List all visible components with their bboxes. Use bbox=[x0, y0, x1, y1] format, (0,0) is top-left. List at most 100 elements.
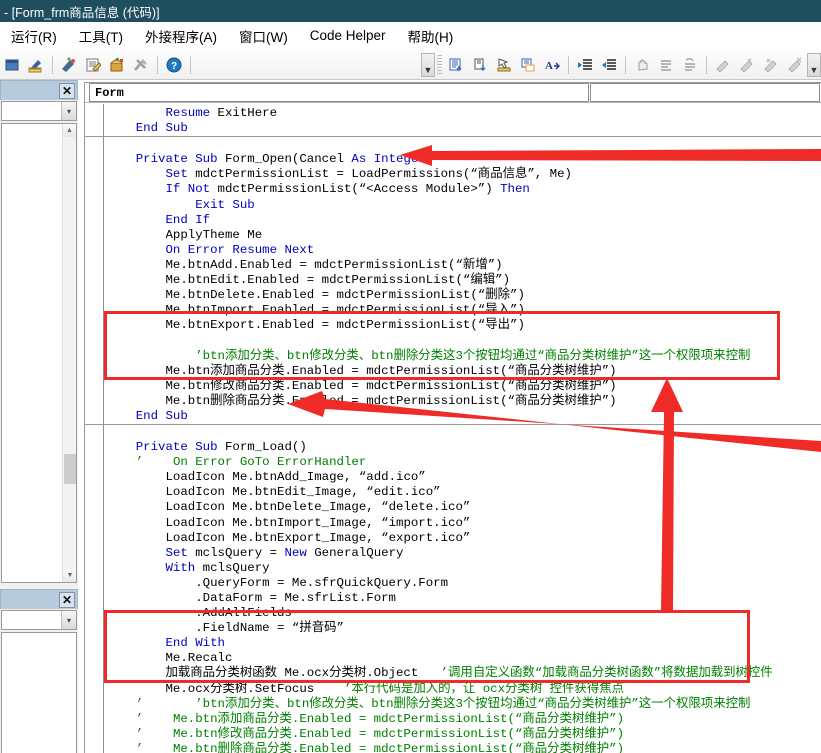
code-lines[interactable]: Resume ExitHere End Sub Private Sub Form… bbox=[85, 106, 821, 753]
toggle-breakpoint-icon bbox=[712, 54, 734, 76]
left-panel-column: ✕ ▾ ▲ ▼ ✕ ▾ bbox=[0, 80, 78, 753]
list-properties-icon[interactable] bbox=[445, 54, 467, 76]
code-text-area[interactable]: Resume ExitHere End Sub Private Sub Form… bbox=[85, 104, 821, 753]
code-line[interactable]: If Not mdctPermissionList(“<Access Modul… bbox=[106, 182, 821, 197]
toolbar-separator-4 bbox=[568, 55, 569, 74]
menu-window[interactable]: 窗口(W) bbox=[228, 23, 299, 49]
code-line[interactable]: .QueryForm = Me.sfrQuickQuery.Form bbox=[106, 576, 821, 591]
hand-icon bbox=[631, 54, 653, 76]
code-line[interactable]: Me.btn删除商品分类.Enabled = mdctPermissionLis… bbox=[106, 394, 821, 409]
code-line[interactable]: Me.btnEdit.Enabled = mdctPermissionList(… bbox=[106, 273, 821, 288]
menu-code-helper[interactable]: Code Helper bbox=[299, 25, 397, 46]
svg-text:A: A bbox=[545, 60, 553, 72]
menu-tools[interactable]: 工具(T) bbox=[68, 23, 134, 49]
code-line[interactable]: LoadIcon Me.btnExport_Image, “export.ico… bbox=[106, 531, 821, 546]
code-editor-window: Form Resume ExitHere End Sub Private Sub… bbox=[84, 82, 821, 753]
code-line[interactable] bbox=[106, 425, 821, 440]
svg-text:?: ? bbox=[171, 61, 177, 72]
code-line[interactable]: End Sub bbox=[106, 121, 821, 136]
parameter-info-icon[interactable] bbox=[517, 54, 539, 76]
build-icon[interactable] bbox=[130, 54, 152, 76]
code-line[interactable] bbox=[106, 333, 821, 348]
code-line[interactable]: Private Sub Form_Load() bbox=[106, 440, 821, 455]
step-into-icon bbox=[736, 54, 758, 76]
help-icon[interactable]: ? bbox=[163, 54, 185, 76]
code-line[interactable]: ’ Me.btn添加商品分类.Enabled = mdctPermissionL… bbox=[106, 712, 821, 727]
code-line[interactable]: ’ Me.btn修改商品分类.Enabled = mdctPermissionL… bbox=[106, 727, 821, 742]
code-line[interactable]: Me.ocx分类树.SetFocus ’本行代码是加入的，让 ocx分类树 控件… bbox=[106, 682, 821, 697]
code-line[interactable]: .FieldName = “拼音码” bbox=[106, 621, 821, 636]
outdent-icon[interactable] bbox=[598, 54, 620, 76]
code-line[interactable]: ’ ’btn添加分类、btn修改分类、btn删除分类这3个按钮均通过“商品分类树… bbox=[106, 697, 821, 712]
design-view-icon[interactable] bbox=[25, 54, 47, 76]
project-explorer-combo[interactable]: ▾ bbox=[1, 101, 77, 121]
code-editor-combo-row: Form bbox=[85, 83, 821, 103]
code-line[interactable]: LoadIcon Me.btnAdd_Image, “add.ico” bbox=[106, 470, 821, 485]
toolbar-separator-3 bbox=[190, 55, 191, 74]
project-explorer-titlebar: ✕ bbox=[0, 80, 78, 100]
menu-help[interactable]: 帮助(H) bbox=[397, 23, 465, 49]
code-line[interactable]: Private Sub Form_Open(Cancel As Integer) bbox=[106, 152, 821, 167]
code-line[interactable]: With mclsQuery bbox=[106, 561, 821, 576]
code-line[interactable]: Exit Sub bbox=[106, 198, 821, 213]
toolbar-overflow-button-right[interactable]: ▼ bbox=[807, 52, 821, 77]
code-line[interactable]: End Sub bbox=[106, 409, 821, 424]
step-out-icon bbox=[784, 54, 806, 76]
code-line[interactable]: Set mclsQuery = New GeneralQuery bbox=[106, 546, 821, 561]
project-explorer-tree[interactable]: ▲ ▼ bbox=[1, 123, 77, 583]
scrollbar-thumb[interactable] bbox=[64, 454, 76, 484]
code-procedure-combo[interactable] bbox=[590, 83, 820, 102]
chevron-down-icon[interactable]: ▾ bbox=[61, 611, 76, 629]
indent-icon[interactable] bbox=[574, 54, 596, 76]
properties-panel: ✕ ▾ bbox=[0, 589, 78, 753]
code-line[interactable]: On Error Resume Next bbox=[106, 243, 821, 258]
code-line[interactable]: End With bbox=[106, 636, 821, 651]
quick-info-icon[interactable] bbox=[493, 54, 515, 76]
compile-icon[interactable] bbox=[58, 54, 80, 76]
project-explorer-panel: ✕ ▾ ▲ ▼ bbox=[0, 80, 78, 583]
close-icon[interactable]: ✕ bbox=[59, 82, 75, 99]
code-line[interactable]: ’ On Error GoTo ErrorHandler bbox=[106, 455, 821, 470]
code-line[interactable]: Me.btnDelete.Enabled = mdctPermissionLis… bbox=[106, 288, 821, 303]
code-line[interactable]: Resume ExitHere bbox=[106, 106, 821, 121]
window-icon[interactable] bbox=[1, 54, 23, 76]
toolbar-grip[interactable] bbox=[437, 54, 442, 75]
code-line[interactable]: Me.btnExport.Enabled = mdctPermissionLis… bbox=[106, 318, 821, 333]
package-icon[interactable] bbox=[106, 54, 128, 76]
list-constants-icon[interactable] bbox=[469, 54, 491, 76]
menu-run[interactable]: 运行(R) bbox=[0, 23, 68, 49]
code-line[interactable]: LoadIcon Me.btnImport_Image, “import.ico… bbox=[106, 516, 821, 531]
toolbar-separator-5 bbox=[625, 55, 626, 74]
code-line[interactable]: 加载商品分类树函数 Me.ocx分类树.Object ’调用自定义函数“加载商品… bbox=[106, 666, 821, 681]
menu-bar: 运行(R) 工具(T) 外接程序(A) 窗口(W) Code Helper 帮助… bbox=[0, 22, 821, 50]
menu-addins[interactable]: 外接程序(A) bbox=[134, 23, 228, 49]
toolbar: ? ▼ A ▼ bbox=[0, 50, 821, 80]
code-line[interactable]: ApplyTheme Me bbox=[106, 228, 821, 243]
code-line[interactable]: ’btn添加分类、btn修改分类、btn删除分类这3个按钮均通过“商品分类树维护… bbox=[106, 349, 821, 364]
code-line[interactable]: ’ Me.btn删除商品分类.Enabled = mdctPermissionL… bbox=[106, 742, 821, 753]
chevron-down-icon[interactable]: ▾ bbox=[61, 102, 76, 120]
project-explorer-scrollbar[interactable]: ▲ ▼ bbox=[62, 124, 76, 582]
code-line[interactable]: Me.btn修改商品分类.Enabled = mdctPermissionLis… bbox=[106, 379, 821, 394]
code-object-combo[interactable]: Form bbox=[89, 83, 589, 102]
code-line[interactable]: .DataForm = Me.sfrList.Form bbox=[106, 591, 821, 606]
code-line[interactable]: Set mdctPermissionList = LoadPermissions… bbox=[106, 167, 821, 182]
code-line[interactable]: Me.btn添加商品分类.Enabled = mdctPermissionLis… bbox=[106, 364, 821, 379]
properties-grid[interactable] bbox=[1, 632, 77, 753]
complete-word-icon[interactable]: A bbox=[541, 54, 563, 76]
code-line[interactable]: Me.btnAdd.Enabled = mdctPermissionList(“… bbox=[106, 258, 821, 273]
code-line[interactable]: LoadIcon Me.btnDelete_Image, “delete.ico… bbox=[106, 500, 821, 515]
scroll-down-icon[interactable]: ▼ bbox=[63, 569, 76, 582]
code-line[interactable]: LoadIcon Me.btnEdit_Image, “edit.ico” bbox=[106, 485, 821, 500]
code-line[interactable]: Me.Recalc bbox=[106, 651, 821, 666]
code-line[interactable]: .AddAllFields bbox=[106, 606, 821, 621]
properties-icon[interactable] bbox=[82, 54, 104, 76]
toolbar-separator bbox=[52, 55, 53, 74]
code-line[interactable]: End If bbox=[106, 213, 821, 228]
close-icon[interactable]: ✕ bbox=[59, 591, 75, 608]
scroll-up-icon[interactable]: ▲ bbox=[63, 124, 76, 137]
properties-object-combo[interactable]: ▾ bbox=[1, 610, 77, 630]
toolbar-overflow-button-left[interactable]: ▼ bbox=[421, 52, 435, 77]
code-line[interactable] bbox=[106, 137, 821, 152]
code-line[interactable]: Me.btnImport.Enabled = mdctPermissionLis… bbox=[106, 303, 821, 318]
